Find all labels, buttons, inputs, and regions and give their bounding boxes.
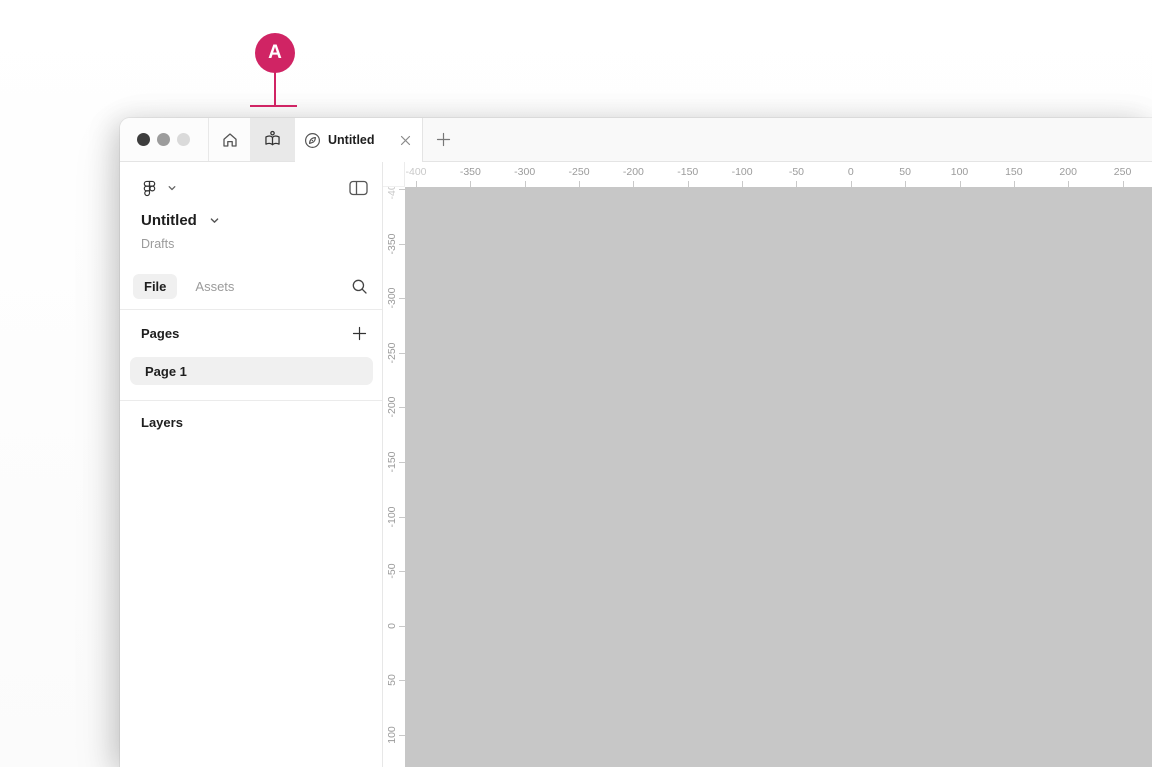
- v-ruler-label: 50: [386, 674, 398, 687]
- h-ruler-label: -50: [788, 166, 805, 178]
- horizontal-ruler: -400 -350 -300 -250 -200 -150 -100 -50 0 50 100 150…: [405, 162, 1152, 187]
- design-file-icon: [304, 132, 321, 149]
- design-canvas[interactable]: [405, 187, 1152, 767]
- tab-assets[interactable]: Assets: [184, 274, 245, 299]
- annotation-badge-a: A: [255, 33, 295, 73]
- home-tab[interactable]: [209, 118, 250, 161]
- v-ruler-label: -100: [386, 506, 398, 528]
- open-book-icon: [263, 130, 282, 149]
- annotation-label: A: [268, 42, 282, 63]
- panel-toggle-icon[interactable]: [349, 180, 368, 196]
- h-ruler-label: 250: [1113, 166, 1132, 178]
- highlighted-tab[interactable]: [250, 118, 295, 161]
- h-ruler-label: 0: [847, 166, 854, 178]
- window-minimize-button[interactable]: [157, 133, 170, 146]
- ruler-corner: [383, 162, 405, 187]
- chevron-down-icon[interactable]: [167, 183, 177, 193]
- h-ruler-label: 200: [1059, 166, 1077, 178]
- v-ruler-label: -150: [386, 451, 398, 473]
- window-controls: [120, 118, 209, 161]
- v-ruler-label: -350: [386, 233, 398, 255]
- h-ruler-label: -300: [514, 166, 536, 178]
- left-sidebar: Untitled Drafts File Assets Pages Page 1…: [120, 162, 383, 767]
- layers-header: Layers: [141, 414, 183, 430]
- h-ruler-label: 100: [950, 166, 969, 178]
- divider: [120, 309, 382, 310]
- h-ruler-label: -400: [405, 166, 427, 178]
- v-ruler-label: -400: [386, 187, 398, 200]
- file-tab-untitled[interactable]: Untitled: [295, 118, 423, 162]
- pages-header: Pages: [141, 325, 180, 341]
- page-item-label: Page 1: [145, 363, 187, 379]
- h-ruler-label: -350: [459, 166, 481, 178]
- v-ruler-label: -200: [386, 396, 398, 418]
- annotation-connector-line: [274, 71, 276, 106]
- close-icon[interactable]: [398, 133, 413, 148]
- sidebar-nav-tabs: File Assets: [133, 272, 368, 300]
- h-ruler-label: -100: [731, 166, 753, 178]
- h-ruler-label: 150: [1005, 166, 1023, 178]
- layers-section-header-row: Layers: [141, 410, 183, 434]
- h-ruler-label: -250: [568, 166, 590, 178]
- file-title-row[interactable]: Untitled: [141, 212, 220, 229]
- h-ruler-label: 50: [899, 166, 911, 178]
- search-icon[interactable]: [351, 278, 368, 295]
- tab-bar-empty-area: [463, 118, 1152, 161]
- figma-logo-icon[interactable]: [141, 180, 158, 197]
- home-icon: [221, 131, 239, 149]
- page-list-item-page-1[interactable]: Page 1: [130, 357, 373, 385]
- h-ruler-label: -150: [677, 166, 699, 178]
- figma-app-window: Untitled Untitled Drafts File Assets Pag…: [120, 118, 1152, 767]
- vertical-ruler: -400 -350 -300 -250 -200 -150 -100 -50 0 50 100: [383, 187, 405, 767]
- window-close-button[interactable]: [137, 133, 150, 146]
- file-location: Drafts: [141, 237, 175, 251]
- sidebar-logo-row: [141, 176, 368, 200]
- pages-section-header-row: Pages: [141, 320, 368, 346]
- window-zoom-button[interactable]: [177, 133, 190, 146]
- annotation-target-underline: [250, 105, 297, 107]
- desktop-background: A Untitled Untitled Drafts File Assets P…: [0, 0, 1152, 767]
- h-ruler-label: -200: [622, 166, 644, 178]
- new-tab-button[interactable]: [423, 118, 463, 161]
- plus-icon: [435, 131, 452, 148]
- v-ruler-label: -250: [386, 342, 398, 364]
- divider: [120, 400, 382, 401]
- v-ruler-label: 0: [386, 622, 398, 629]
- file-name: Untitled: [141, 212, 197, 229]
- tab-file[interactable]: File: [133, 273, 178, 299]
- add-page-icon[interactable]: [351, 325, 368, 342]
- v-ruler-label: 100: [386, 726, 398, 744]
- v-ruler-label: -50: [386, 563, 398, 579]
- v-ruler-label: -300: [386, 287, 398, 309]
- tab-bar: Untitled: [120, 118, 1152, 162]
- file-tab-label: Untitled: [328, 133, 375, 147]
- chevron-down-icon: [209, 215, 220, 226]
